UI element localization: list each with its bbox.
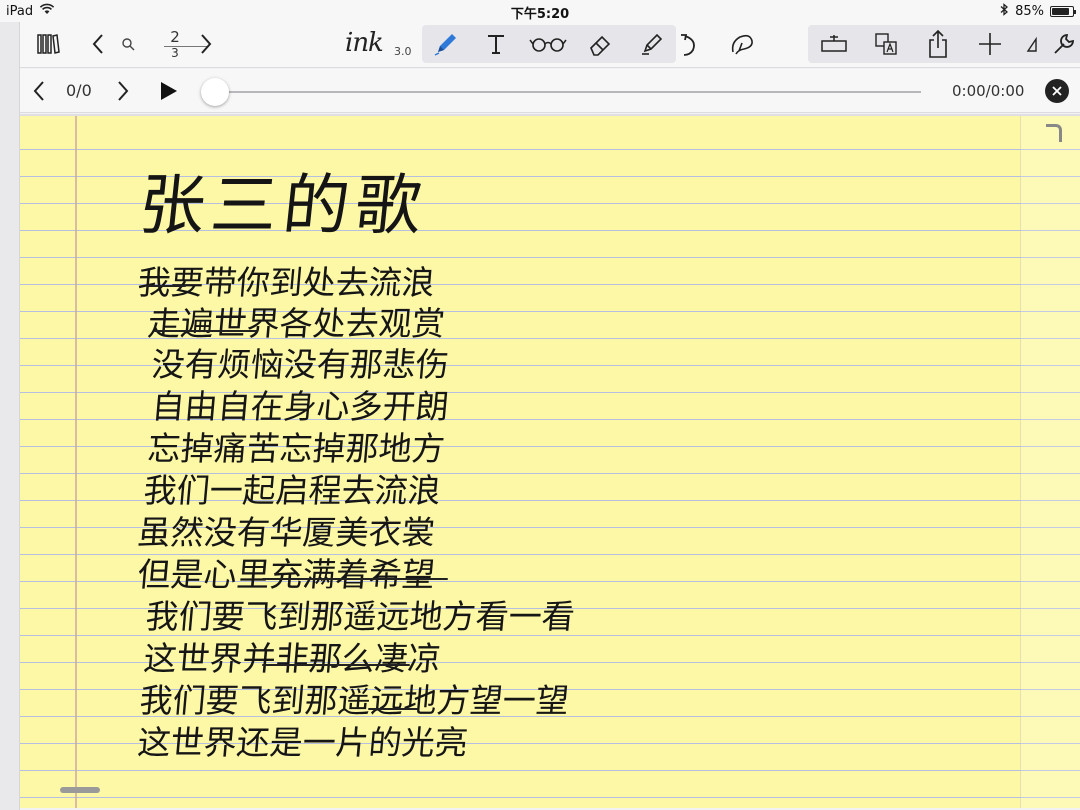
lyric-line: 自由自在身心多开朗 — [150, 387, 451, 426]
drawing-tools-group — [422, 25, 676, 63]
lyric-line: 没有烦恼没有那悲伤 — [150, 345, 451, 384]
app-logo: ink — [345, 28, 384, 58]
ink-stroke — [368, 708, 418, 710]
ink-stroke — [262, 664, 410, 666]
text-icon[interactable] — [480, 29, 512, 59]
page-corner-icon[interactable] — [1046, 124, 1062, 142]
library-icon[interactable] — [34, 30, 62, 58]
play-icon[interactable] — [156, 79, 180, 103]
playback-bar: 0/0 0:00/0:00 — [20, 69, 1080, 113]
playback-slider-knob[interactable] — [201, 78, 229, 106]
page-current: 2 — [170, 28, 180, 46]
recording-count: 0/0 — [66, 81, 92, 100]
insert-box-icon[interactable] — [818, 29, 850, 59]
pen-icon[interactable] — [430, 29, 462, 59]
clock: 下午5:20 — [510, 7, 570, 22]
battery-fill — [1052, 8, 1069, 15]
ink-stroke — [154, 330, 258, 332]
lyric-line: 虽然没有华厦美衣裳 — [136, 513, 437, 552]
glasses-icon[interactable] — [528, 29, 568, 59]
chevron-left-icon[interactable] — [86, 30, 110, 58]
margin-line — [75, 116, 77, 808]
close-icon[interactable] — [1045, 79, 1069, 103]
lyric-line: 但是心里充满着希望 — [136, 555, 437, 594]
battery-icon — [1050, 6, 1076, 17]
undo-icon[interactable] — [674, 30, 704, 60]
wrench-icon[interactable] — [1048, 29, 1080, 59]
lyric-line: 我们一起启程去流浪 — [142, 471, 443, 510]
eraser-icon[interactable] — [584, 29, 616, 59]
battery-percent: 85% — [1015, 4, 1044, 19]
scroll-handle[interactable] — [60, 787, 100, 793]
lyric-line: 这世界还是一片的光亮 — [136, 723, 470, 762]
note-canvas[interactable]: 张三的歌 我要带你到处去流浪 走遍世界各处去观赏 没有烦恼没有那悲伤 自由自在身… — [20, 116, 1080, 808]
share-icon[interactable] — [922, 27, 954, 61]
page-total: 3 — [171, 46, 179, 60]
translate-icon[interactable] — [870, 29, 902, 59]
lyric-line: 我们要飞到那遥远地方望一望 — [138, 681, 571, 720]
status-bar: iPad 下午5:20 85% — [0, 0, 1080, 22]
next-chevron-icon[interactable] — [112, 77, 134, 105]
lyric-line: 忘掉痛苦忘掉那地方 — [146, 429, 447, 468]
chevron-right-icon[interactable] — [194, 30, 218, 58]
plus-icon[interactable] — [974, 29, 1006, 59]
previous-chevron-icon[interactable] — [28, 77, 50, 105]
playback-time: 0:00/0:00 — [952, 82, 1025, 100]
magnifier-icon[interactable] — [120, 36, 136, 52]
playback-track[interactable] — [215, 91, 921, 93]
page-edge — [1020, 116, 1080, 808]
app-version: 3.0 — [394, 45, 412, 58]
page-tools-group — [808, 25, 1080, 63]
highlighter-icon[interactable] — [636, 29, 668, 59]
ruler-icon[interactable] — [1022, 29, 1040, 59]
bluetooth-icon — [1000, 3, 1009, 20]
note-title: 张三的歌 — [135, 167, 432, 244]
lyric-line: 这世界并非那么凄凉 — [142, 639, 443, 678]
left-edge-strip — [0, 22, 20, 810]
toolbar: 2 3 ink 3.0 — [20, 22, 1080, 68]
lasso-icon[interactable] — [726, 30, 758, 60]
ink-stroke — [146, 285, 186, 287]
lyric-line: 我们要飞到那遥远地方看一看 — [144, 597, 577, 636]
ink-stroke — [262, 578, 448, 580]
